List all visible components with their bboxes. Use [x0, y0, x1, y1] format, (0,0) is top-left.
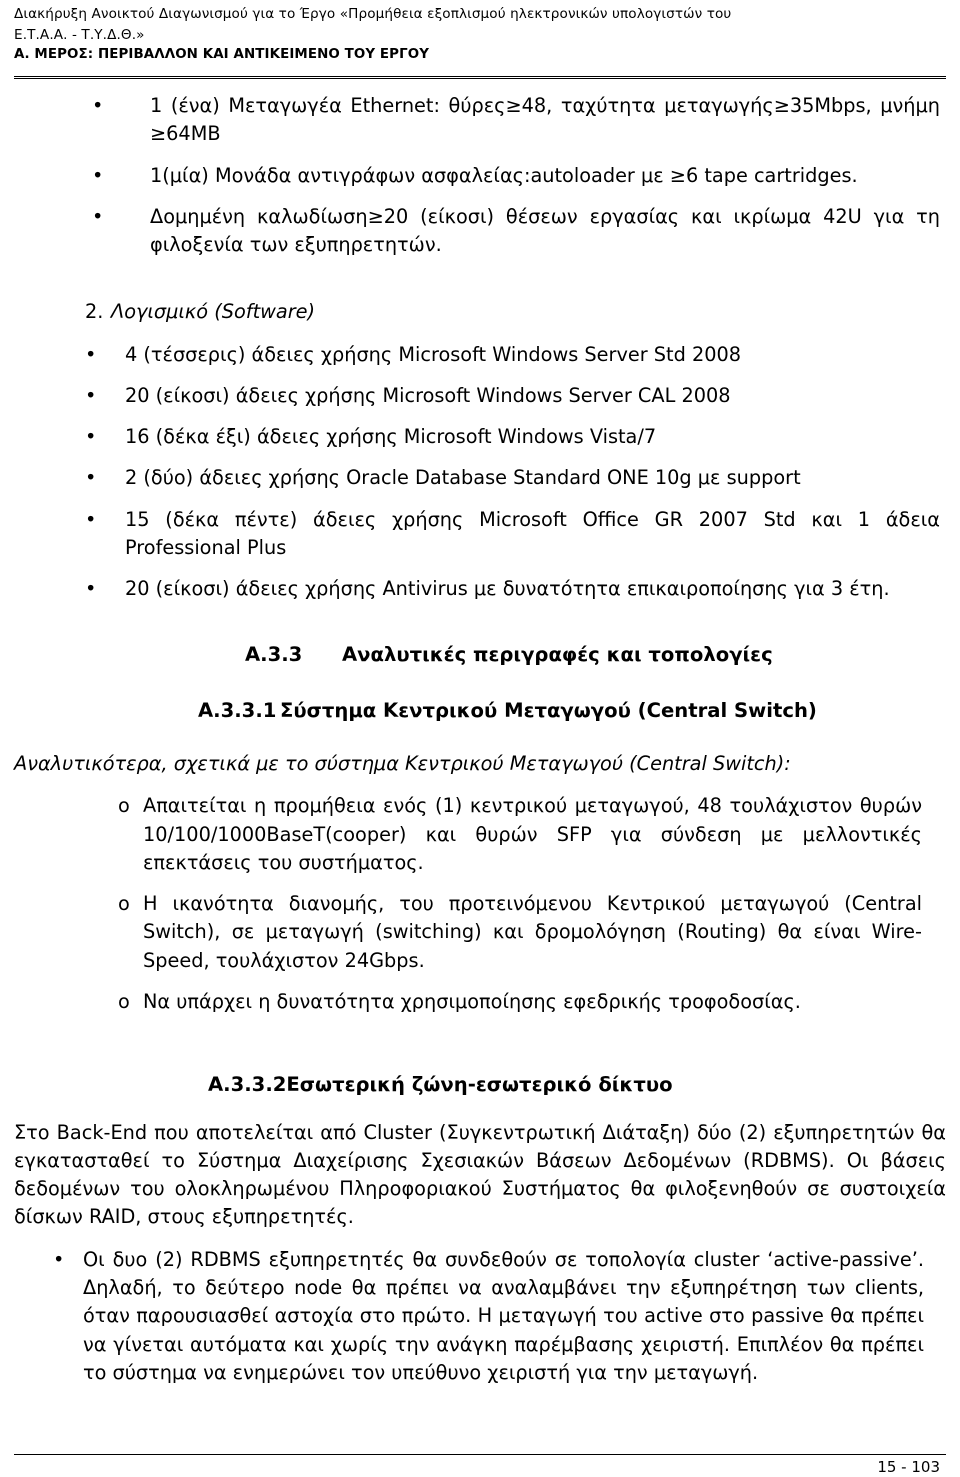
- list-item: • 16 (δέκα έξι) άδειες χρήσης Microsoft W…: [40, 423, 960, 451]
- list-item: • Οι δυο (2) RDBMS εξυπηρετητές θα συνδεθ…: [53, 1246, 942, 1387]
- hardware-requirements-list: • 1 (ένα) Μεταγωγέα Ethernet: θύρες≥48, τ…: [0, 92, 960, 259]
- list-item-text: Οι δυο (2) RDBMS εξυπηρετητές θα συνδεθο…: [83, 1247, 924, 1384]
- bullet-icon: •: [85, 383, 97, 407]
- section-title: Λογισμικό (Software): [111, 300, 316, 324]
- heading-a33: Α.3.3 Αναλυτικές περιγραφές και τοπολογίε…: [0, 641, 960, 668]
- header-line-title: Διακήρυξη Ανοικτού Διαγωνισμού για το Έρ…: [14, 6, 732, 22]
- list-item-text: 20 (είκοσι) άδειες χρήσης Antivirus με δ…: [125, 577, 890, 601]
- document-body: • 1 (ένα) Μεταγωγέα Ethernet: θύρες≥48, τ…: [0, 92, 960, 1387]
- list-item-text: 15 (δέκα πέντε) άδειες χρήσης Microsoft …: [125, 507, 940, 559]
- list-item-text: Δομημένη καλωδίωση≥20 (είκοσι) θέσεων ερ…: [150, 204, 940, 257]
- header-line-part: Α. ΜΕΡΟΣ: ΠΕΡΙΒΑΛΛΟΝ ΚΑΙ ΑΝΤΙΚΕΙΜΕΝΟ ΤΟΥ…: [14, 47, 429, 63]
- list-item-text: Η ικανότητα διανομής, του προτεινόμενου …: [143, 892, 922, 972]
- circle-bullet-icon: o: [118, 794, 130, 818]
- list-item-text: 20 (είκοσι) άδειες χρήσης Microsoft Wind…: [125, 383, 731, 407]
- list-item-text: 1 (ένα) Μεταγωγέα Ethernet: θύρες≥48, τα…: [150, 94, 940, 146]
- footer-divider-rule: [14, 1454, 946, 1455]
- bullet-icon: •: [85, 425, 97, 449]
- list-item-text: Απαιτείται η προμήθεια ενός (1) κεντρικο…: [143, 794, 922, 874]
- circle-bullet-icon: o: [118, 892, 130, 916]
- section-number: 2.: [85, 300, 104, 324]
- rdbms-cluster-list: • Οι δυο (2) RDBMS εξυπηρετητές θα συνδεθ…: [0, 1246, 942, 1387]
- heading-a331: Α.3.3.1 Σύστημα Κεντρικού Μεταγωγού (Cent…: [0, 697, 960, 724]
- internal-zone-paragraph: Στο Back-End που αποτελείται από Cluster…: [14, 1120, 946, 1229]
- software-licenses-list: • 4 (τέσσερις) άδειες χρήσης Microsoft Wi…: [0, 341, 960, 604]
- list-item: o Να υπάρχει η δυνατότητα χρησιμοποίησης …: [118, 988, 940, 1016]
- bullet-icon: •: [85, 466, 97, 490]
- software-section-heading: 2. Λογισμικό (Software): [85, 298, 960, 326]
- bullet-icon: •: [92, 204, 104, 228]
- list-item: • Δομημένη καλωδίωση≥20 (είκοσι) θέσεων ε…: [37, 203, 960, 260]
- list-item-text: 1(μία) Μονάδα αντιγράφων ασφαλείας:autol…: [150, 163, 858, 187]
- page-number: 15 - 103: [877, 1458, 940, 1476]
- bullet-icon: •: [85, 342, 97, 366]
- list-item: • 2 (δύο) άδειες χρήσης Oracle Database S…: [40, 464, 960, 492]
- list-item: • 1 (ένα) Μεταγωγέα Ethernet: θύρες≥48, τ…: [37, 92, 960, 149]
- list-item-text: 2 (δύο) άδειες χρήσης Oracle Database St…: [125, 466, 801, 490]
- list-item-text: 4 (τέσσερις) άδειες χρήσης Microsoft Win…: [125, 342, 742, 366]
- heading-a332: Α.3.3.2Εσωτερική ζώνη-εσωτερικό δίκτυο: [208, 1073, 673, 1097]
- heading-a331-title: Σύστημα Κεντρικού Μεταγωγού (Central Swi…: [280, 698, 817, 722]
- bullet-icon: •: [85, 577, 97, 601]
- heading-a331-label: Α.3.3.1: [198, 698, 277, 722]
- header-line-organization: Ε.Τ.Α.Α. - Τ.Υ.Δ.Θ.»: [14, 26, 145, 43]
- bullet-icon: •: [92, 163, 104, 187]
- bullet-icon: •: [85, 507, 97, 531]
- list-item: • 20 (είκοσι) άδειες χρήσης Antivirus με …: [40, 575, 960, 603]
- central-switch-requirements-list: o Απαιτείται η προμήθεια ενός (1) κεντρικ…: [0, 792, 940, 1016]
- circle-bullet-icon: o: [118, 989, 130, 1013]
- list-item-text: Να υπάρχει η δυνατότητα χρησιμοποίησης ε…: [143, 989, 801, 1013]
- bullet-icon: •: [92, 94, 104, 117]
- list-item: • 15 (δέκα πέντε) άδειες χρήσης Microsoft…: [40, 506, 960, 563]
- bullet-icon: •: [53, 1247, 65, 1271]
- list-item: • 1(μία) Μονάδα αντιγράφων ασφαλείας:auto…: [37, 162, 960, 190]
- list-item: o Η ικανότητα διανομής, του προτεινόμενου…: [118, 890, 940, 975]
- document-running-header: Διακήρυξη Ανοικτού Διαγωνισμού για το Έρ…: [14, 4, 946, 66]
- list-item: • 4 (τέσσερις) άδειες χρήσης Microsoft Wi…: [40, 341, 960, 369]
- document-page: Διακήρυξη Ανοικτού Διαγωνισμού για το Έρ…: [0, 0, 960, 1477]
- list-item: o Απαιτείται η προμήθεια ενός (1) κεντρικ…: [118, 792, 940, 877]
- central-switch-lead-paragraph: Αναλυτικότερα, σχετικά με το σύστημα Κεν…: [14, 752, 791, 776]
- heading-a33-label: Α.3.3: [245, 643, 303, 667]
- list-item: • 20 (είκοσι) άδειες χρήσης Microsoft Win…: [40, 382, 960, 410]
- header-divider-rule: [14, 76, 946, 79]
- list-item-text: 16 (δέκα έξι) άδειες χρήσης Microsoft Wi…: [125, 425, 657, 449]
- heading-a33-title: Αναλυτικές περιγραφές και τοπολογίες: [342, 643, 773, 667]
